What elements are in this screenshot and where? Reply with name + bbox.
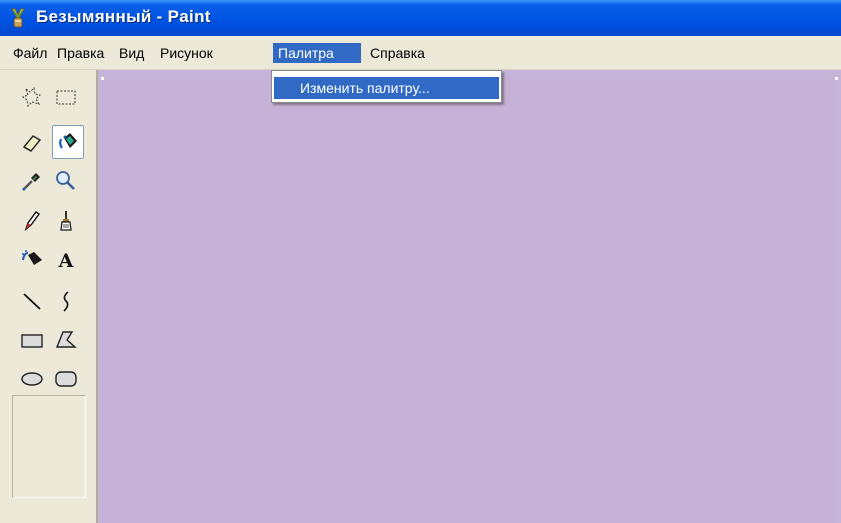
colors-dropdown-menu: Изменить палитру... xyxy=(271,70,502,103)
rect-select-tool[interactable] xyxy=(52,83,80,111)
toolbox: A xyxy=(0,70,98,523)
paint-app-icon xyxy=(11,8,25,28)
text-tool[interactable]: A xyxy=(52,246,80,274)
workspace[interactable] xyxy=(98,70,841,523)
ellipse-tool[interactable] xyxy=(18,364,46,392)
menu-edit[interactable]: Правка xyxy=(52,43,109,63)
color-picker-tool[interactable] xyxy=(18,167,46,195)
fill-icon xyxy=(59,133,77,149)
free-form-select-icon xyxy=(21,86,42,108)
airbrush-tool[interactable] xyxy=(18,246,46,274)
menu-view[interactable]: Вид xyxy=(114,43,149,63)
eraser-tool[interactable] xyxy=(18,128,46,156)
text-icon: A xyxy=(58,250,74,272)
line-tool[interactable] xyxy=(18,287,46,315)
free-form-select-tool[interactable] xyxy=(18,83,46,111)
rectangle-icon xyxy=(21,334,43,348)
edit-colors-menu-item[interactable]: Изменить палитру... xyxy=(274,77,499,99)
title-bar[interactable]: Безымянный - Paint xyxy=(0,0,841,36)
pencil-tool[interactable] xyxy=(18,207,46,235)
polygon-tool[interactable] xyxy=(52,326,80,354)
pencil-icon xyxy=(24,211,40,232)
menu-bar: Файл Правка Вид Рисунок Палитра Справка xyxy=(0,36,841,70)
curve-icon xyxy=(63,291,69,312)
rounded-rectangle-tool[interactable] xyxy=(52,364,80,392)
color-picker-icon xyxy=(22,173,40,191)
svg-text:A: A xyxy=(58,250,74,272)
tool-options-box[interactable] xyxy=(12,395,86,498)
drawing-canvas[interactable] xyxy=(102,78,835,523)
menu-file[interactable]: Файл xyxy=(8,43,52,63)
menu-help[interactable]: Справка xyxy=(365,43,430,63)
menu-image[interactable]: Рисунок xyxy=(155,43,218,63)
ellipse-icon xyxy=(21,372,43,386)
menu-colors[interactable]: Палитра xyxy=(273,43,361,63)
polygon-icon xyxy=(55,331,77,348)
airbrush-icon xyxy=(22,250,42,265)
brush-icon xyxy=(60,211,72,231)
rect-select-icon xyxy=(56,90,76,105)
canvas-resize-handle[interactable] xyxy=(101,77,104,80)
rectangle-tool[interactable] xyxy=(18,326,46,354)
curve-tool[interactable] xyxy=(52,287,80,315)
rounded-rectangle-icon xyxy=(55,371,77,387)
fill-tool[interactable] xyxy=(52,125,84,159)
magnifier-tool[interactable] xyxy=(52,167,80,195)
window-title: Безымянный - Paint xyxy=(36,7,211,26)
canvas-resize-handle[interactable] xyxy=(835,77,838,80)
magnifier-icon xyxy=(56,171,75,190)
line-icon xyxy=(23,293,41,310)
brush-tool[interactable] xyxy=(52,207,80,235)
eraser-icon xyxy=(22,135,42,152)
